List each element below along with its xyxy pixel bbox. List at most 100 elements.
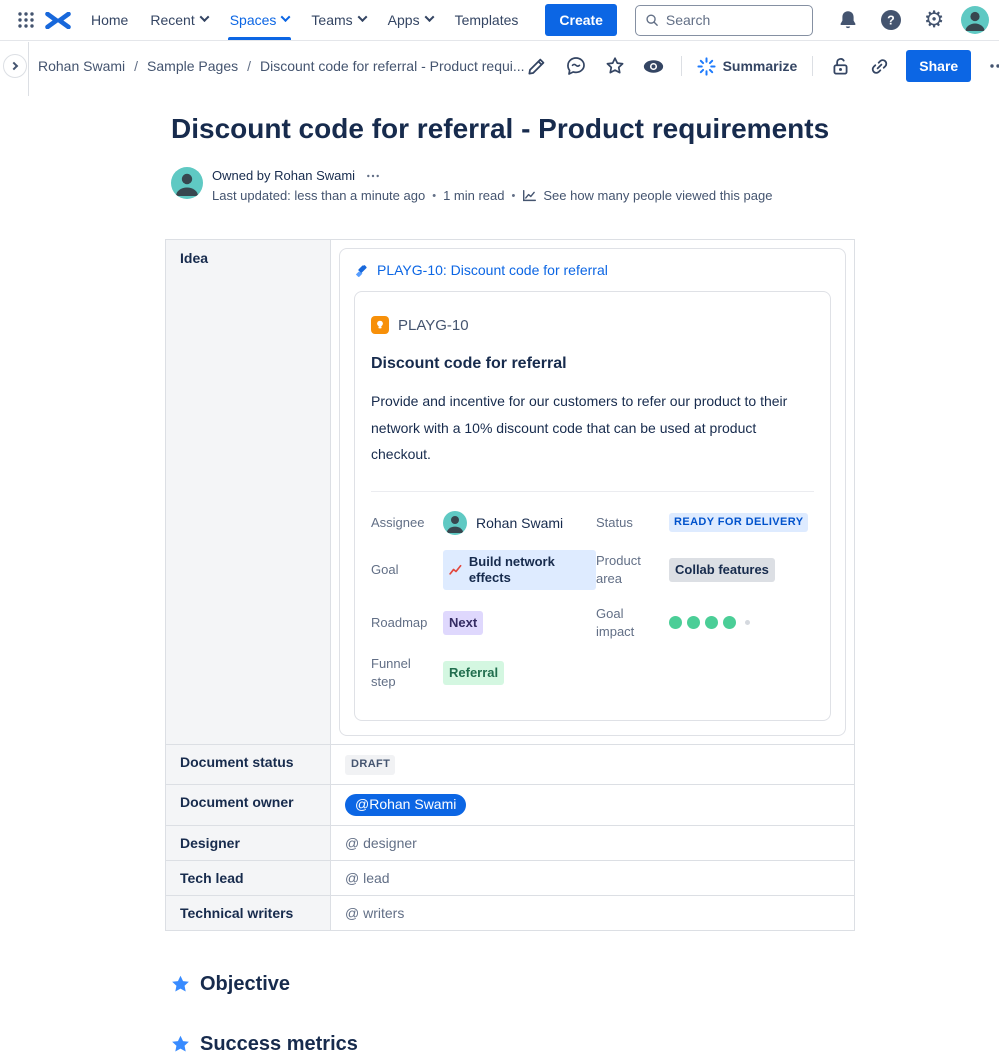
field-label-funnel-step: Funnel step bbox=[371, 656, 411, 689]
document-status-lozenge: DRAFT bbox=[345, 755, 396, 775]
table-row-idea: Idea PLAYG-10: Discount code for referra… bbox=[165, 238, 855, 746]
nav-item-templates[interactable]: Templates bbox=[444, 0, 530, 40]
page-actions: Summarize Share bbox=[525, 50, 999, 82]
assignee-name: Rohan Swami bbox=[476, 514, 564, 531]
issue-divider bbox=[371, 490, 814, 492]
table-row-document-owner: Document owner @Rohan Swami bbox=[165, 783, 855, 826]
more-actions-button[interactable] bbox=[986, 54, 999, 78]
properties-table: Idea PLAYG-10: Discount code for referra… bbox=[165, 238, 855, 931]
nav-item-apps[interactable]: Apps bbox=[377, 0, 444, 40]
jira-issue-card: PLAYG-10 Discount code for referral Prov… bbox=[354, 291, 831, 722]
owned-by-text: Owned by Rohan Swami bbox=[212, 168, 356, 183]
impact-dot-filled bbox=[687, 616, 700, 630]
edit-button[interactable] bbox=[525, 54, 549, 78]
nav-item-recent[interactable]: Recent bbox=[139, 0, 218, 40]
chevron-down-icon bbox=[424, 12, 435, 23]
issue-fields: Assignee Rohan Swami Status READY FOR DE… bbox=[371, 510, 814, 691]
field-label-product-area: Product area bbox=[596, 553, 641, 587]
breadcrumb: Rohan Swami / Sample Pages / Discount co… bbox=[38, 58, 525, 74]
settings-button[interactable]: ⚙ bbox=[918, 4, 950, 36]
inline-comment-button[interactable] bbox=[564, 54, 588, 78]
share-button[interactable]: Share bbox=[906, 50, 972, 82]
page-views-label: See how many people viewed this page bbox=[543, 188, 773, 203]
owner-more-button[interactable] bbox=[364, 169, 382, 183]
goal-tag: Build network effects bbox=[443, 549, 596, 591]
field-label-goal: Goal bbox=[371, 562, 399, 578]
owner-avatar[interactable] bbox=[171, 167, 203, 199]
create-button[interactable]: Create bbox=[545, 4, 617, 36]
jira-embed-card: PLAYG-10: Discount code for referral PLA… bbox=[339, 248, 846, 737]
read-time-text: 1 min read bbox=[443, 188, 505, 203]
byline: Owned by Rohan Swami Last updated: less … bbox=[171, 167, 855, 203]
page-title: Discount code for referral - Product req… bbox=[171, 113, 830, 144]
section-title: Objective bbox=[200, 972, 291, 995]
jira-icon bbox=[355, 264, 367, 277]
breadcrumb-item-space[interactable]: Rohan Swami bbox=[38, 58, 125, 74]
byline-text: Owned by Rohan Swami Last updated: less … bbox=[212, 167, 772, 203]
roadmap-tag: Next bbox=[443, 610, 484, 635]
row-label: Designer bbox=[165, 824, 331, 861]
confluence-logo[interactable] bbox=[42, 4, 74, 36]
nav-label: Home bbox=[91, 12, 129, 28]
ai-sparkle-icon bbox=[696, 56, 716, 76]
summarize-button[interactable]: Summarize bbox=[696, 56, 797, 76]
jira-issue-link[interactable]: PLAYG-10: Discount code for referral bbox=[354, 262, 831, 278]
idea-type-icon bbox=[371, 316, 389, 334]
section-heading-success-metrics: Success metrics bbox=[171, 1033, 855, 1056]
trend-chart-icon bbox=[449, 564, 462, 575]
technical-writers-placeholder-text: @ writers bbox=[345, 904, 405, 921]
issue-key[interactable]: PLAYG-10 bbox=[398, 317, 469, 334]
nav-item-spaces[interactable]: Spaces bbox=[219, 0, 301, 40]
star-bullet-icon bbox=[172, 975, 189, 992]
chevron-down-icon bbox=[280, 12, 291, 23]
nav-label: Spaces bbox=[229, 12, 277, 28]
field-label-roadmap: Roadmap bbox=[371, 615, 428, 631]
gear-icon: ⚙ bbox=[923, 6, 945, 33]
user-avatar bbox=[961, 6, 989, 34]
primary-nav: Home Recent Spaces Teams Apps Templates bbox=[80, 0, 529, 40]
row-label: Document owner bbox=[165, 783, 331, 826]
funnel-step-tag: Referral bbox=[443, 660, 505, 686]
help-button[interactable]: ? bbox=[875, 4, 907, 36]
goal-impact-dots bbox=[669, 616, 750, 630]
search-box[interactable] bbox=[635, 4, 813, 36]
row-label: Tech lead bbox=[165, 859, 331, 896]
field-label-status: Status bbox=[596, 515, 633, 530]
row-label: Document status bbox=[165, 744, 331, 785]
bell-icon bbox=[840, 11, 856, 29]
app-switcher-button[interactable] bbox=[10, 4, 42, 36]
expand-sidebar-button[interactable] bbox=[3, 54, 27, 78]
breadcrumb-item-current[interactable]: Discount code for referral - Product req… bbox=[260, 58, 525, 74]
watch-button[interactable] bbox=[642, 54, 666, 78]
page-header-bar: Rohan Swami / Sample Pages / Discount co… bbox=[0, 41, 999, 91]
row-label: Technical writers bbox=[165, 894, 331, 931]
jira-issue-link-label: PLAYG-10: Discount code for referral bbox=[377, 262, 608, 278]
owner-mention-pill[interactable]: @Rohan Swami bbox=[345, 793, 467, 816]
chevron-down-icon bbox=[357, 12, 368, 23]
nav-item-home[interactable]: Home bbox=[80, 0, 139, 40]
sidebar-rail-divider bbox=[28, 42, 29, 96]
product-area-tag: Collab features bbox=[669, 557, 775, 583]
analytics-chart-icon bbox=[523, 189, 537, 201]
eye-icon bbox=[643, 59, 664, 73]
issue-description: Provide and incentive for our customers … bbox=[371, 393, 788, 463]
notifications-button[interactable] bbox=[832, 4, 864, 36]
table-row-technical-writers: Technical writers @ writers bbox=[165, 894, 855, 931]
breadcrumb-item-parent[interactable]: Sample Pages bbox=[147, 58, 238, 74]
help-icon: ? bbox=[881, 10, 901, 30]
more-icon bbox=[367, 174, 379, 177]
meta-separator: • bbox=[511, 189, 516, 202]
comment-icon bbox=[566, 57, 585, 75]
nav-item-teams[interactable]: Teams bbox=[300, 0, 376, 40]
impact-dot-filled bbox=[705, 616, 718, 630]
copy-link-button[interactable] bbox=[867, 54, 891, 78]
profile-button[interactable] bbox=[961, 6, 989, 34]
nav-label: Apps bbox=[387, 12, 420, 28]
search-input[interactable] bbox=[665, 12, 803, 28]
section-heading-objective: Objective bbox=[171, 973, 855, 996]
page-views-link[interactable]: See how many people viewed this page bbox=[522, 188, 772, 203]
toolbar-divider bbox=[812, 56, 814, 76]
favorite-button[interactable] bbox=[603, 54, 627, 78]
impact-dot-filled bbox=[669, 616, 682, 630]
restrictions-button[interactable] bbox=[828, 54, 852, 78]
